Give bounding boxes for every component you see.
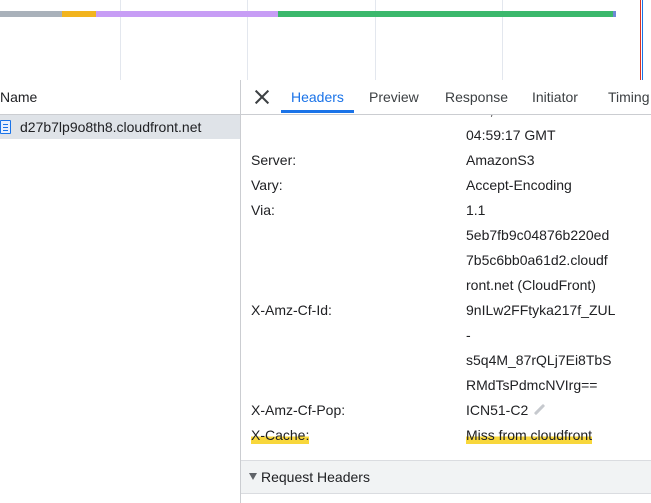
timing-bar-queueing	[0, 11, 62, 17]
timing-bar-waiting	[96, 11, 278, 17]
section-title: Request Headers	[261, 469, 370, 485]
header-key: X-Amz-Cf-Id:	[251, 302, 332, 318]
header-key: Via:	[251, 202, 275, 218]
header-key: Server:	[251, 152, 297, 168]
tab-response[interactable]: Response	[445, 89, 508, 105]
timing-bar-connection	[62, 11, 96, 17]
close-icon[interactable]	[254, 89, 270, 105]
tab-preview[interactable]: Preview	[369, 89, 419, 105]
name-column-label: Name	[0, 89, 38, 105]
header-key: X-Cache:	[251, 423, 310, 448]
active-tab-indicator	[281, 110, 354, 113]
header-key: Vary:	[251, 177, 283, 193]
header-value: ICN51-C2	[466, 398, 626, 423]
load-event-marker	[640, 0, 641, 80]
document-icon	[0, 120, 11, 134]
waterfall-timeline	[0, 0, 651, 80]
header-value: Miss from cloudfront	[466, 423, 626, 448]
name-column-header[interactable]: Name	[0, 80, 240, 115]
request-name: d27b7lp9o8th8.cloudfront.net	[20, 119, 202, 135]
chevron-down-icon	[249, 473, 257, 480]
header-value: 9nILw2FFtyka217f_ZUL - s5q4M_87rQLj7Ei8T…	[466, 302, 616, 393]
timing-bar-end	[613, 11, 616, 17]
tab-headers[interactable]: Headers	[291, 89, 344, 105]
dom-content-loaded-marker	[642, 0, 643, 80]
header-value: AmazonS3	[466, 152, 535, 168]
request-headers-section[interactable]: Request Headers	[241, 460, 651, 494]
request-details-panel: Headers Preview Response Initiator Timin…	[241, 80, 651, 503]
request-list: Name d27b7lp9o8th8.cloudfront.net	[0, 80, 241, 503]
header-value: Accept-Encoding	[466, 177, 572, 193]
header-key: X-Amz-Cf-Pop:	[251, 402, 346, 418]
tab-initiator[interactable]: Initiator	[532, 89, 578, 105]
details-tab-bar: Headers Preview Response Initiator Timin…	[241, 80, 651, 115]
header-value: 1.1 5eb7fb9c04876b220ed 7b5c6bb0a61d2.cl…	[466, 202, 610, 293]
request-row[interactable]: d27b7lp9o8th8.cloudfront.net	[0, 115, 240, 139]
tab-timing[interactable]: Timing	[608, 89, 650, 105]
edit-icon[interactable]	[534, 404, 546, 416]
timing-bar-download	[278, 11, 613, 17]
